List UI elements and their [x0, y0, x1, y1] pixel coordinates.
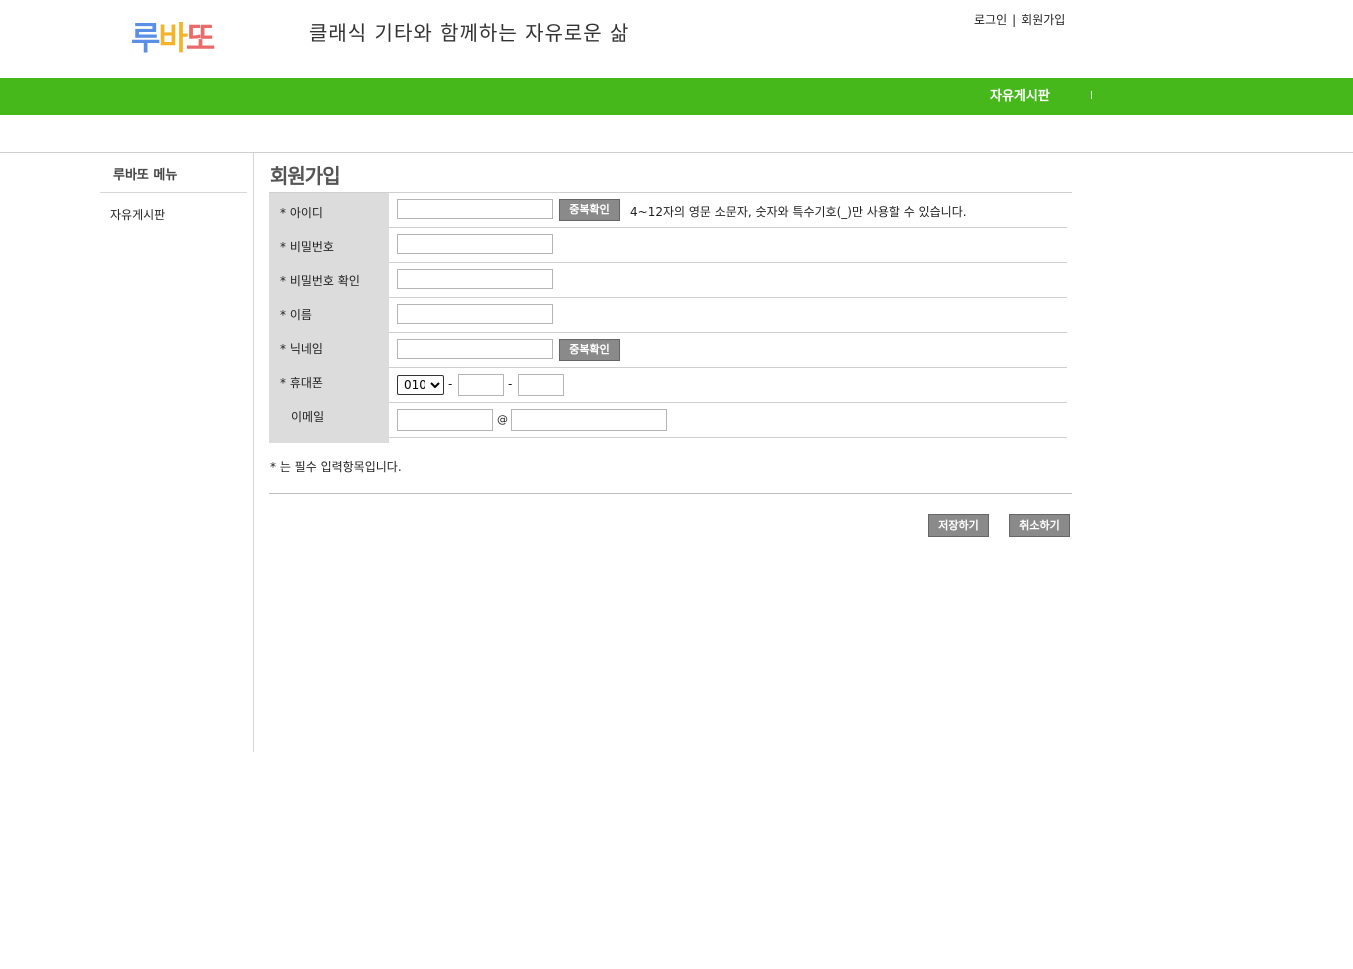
logo-char-3: 또 [185, 19, 215, 57]
sidebar-title: 루바또 메뉴 [113, 168, 178, 183]
login-link[interactable]: 로그인 [974, 13, 1007, 27]
form-row-divider [389, 402, 1067, 403]
phone-separator: - [508, 377, 513, 391]
id-label: * 아이디 [280, 206, 323, 220]
header-divider [0, 152, 1353, 153]
phone-middle-input[interactable] [458, 374, 504, 396]
cancel-button[interactable]: 취소하기 [1009, 514, 1070, 537]
nickname-label: * 닉네임 [280, 342, 323, 356]
main-nav: 자유게시판 [0, 78, 1353, 115]
email-domain-input[interactable] [511, 409, 667, 431]
top-links: 로그인 | 회원가입 [974, 12, 1065, 28]
form-row-divider [389, 367, 1067, 368]
form-row-divider [389, 227, 1067, 228]
form-bottom-divider [269, 493, 1072, 494]
site-logo[interactable]: 루바또 [131, 18, 215, 58]
nickname-input[interactable] [397, 339, 553, 359]
name-label: * 이름 [280, 308, 312, 322]
form-row-divider [389, 437, 1067, 438]
password-confirm-label: * 비밀번호 확인 [280, 274, 360, 288]
site-slogan: 클래식 기타와 함께하는 자유로운 삶 [309, 21, 630, 45]
page-title: 회원가입 [270, 164, 341, 188]
password-label: * 비밀번호 [280, 240, 334, 254]
signup-link[interactable]: 회원가입 [1021, 13, 1065, 27]
form-row-divider [389, 332, 1067, 333]
form-row-divider [389, 297, 1067, 298]
phone-prefix-select[interactable]: 010 [397, 375, 444, 395]
logo-char-2: 바 [158, 19, 187, 57]
password-confirm-input[interactable] [397, 269, 553, 289]
nav-divider [1091, 91, 1092, 99]
phone-last-input[interactable] [518, 374, 564, 396]
name-input[interactable] [397, 304, 553, 324]
id-hint-text: 4~12자의 영문 소문자, 숫자와 특수기호(_)만 사용할 수 있습니다. [630, 205, 967, 219]
sidebar-border [253, 153, 254, 752]
phone-separator: - [448, 377, 453, 391]
id-input[interactable] [397, 199, 553, 219]
nav-item-free-board[interactable]: 자유게시판 [990, 89, 1050, 105]
form-top-border [269, 192, 1072, 193]
id-duplicate-check-button[interactable]: 중복확인 [559, 199, 620, 221]
email-local-input[interactable] [397, 409, 493, 431]
nickname-duplicate-check-button[interactable]: 중복확인 [559, 339, 620, 361]
save-button[interactable]: 저장하기 [928, 514, 989, 537]
logo-char-1: 루 [131, 19, 160, 57]
form-row-divider [389, 262, 1067, 263]
email-at-symbol: @ [497, 413, 508, 426]
required-fields-note: * 는 필수 입력항목입니다. [270, 460, 402, 474]
email-label: 이메일 [291, 410, 325, 424]
sidebar-divider [100, 192, 247, 193]
password-input[interactable] [397, 234, 553, 254]
top-links-separator: | [1012, 13, 1017, 27]
sidebar-item-free-board[interactable]: 자유게시판 [110, 206, 165, 223]
phone-label: * 휴대폰 [280, 376, 323, 390]
